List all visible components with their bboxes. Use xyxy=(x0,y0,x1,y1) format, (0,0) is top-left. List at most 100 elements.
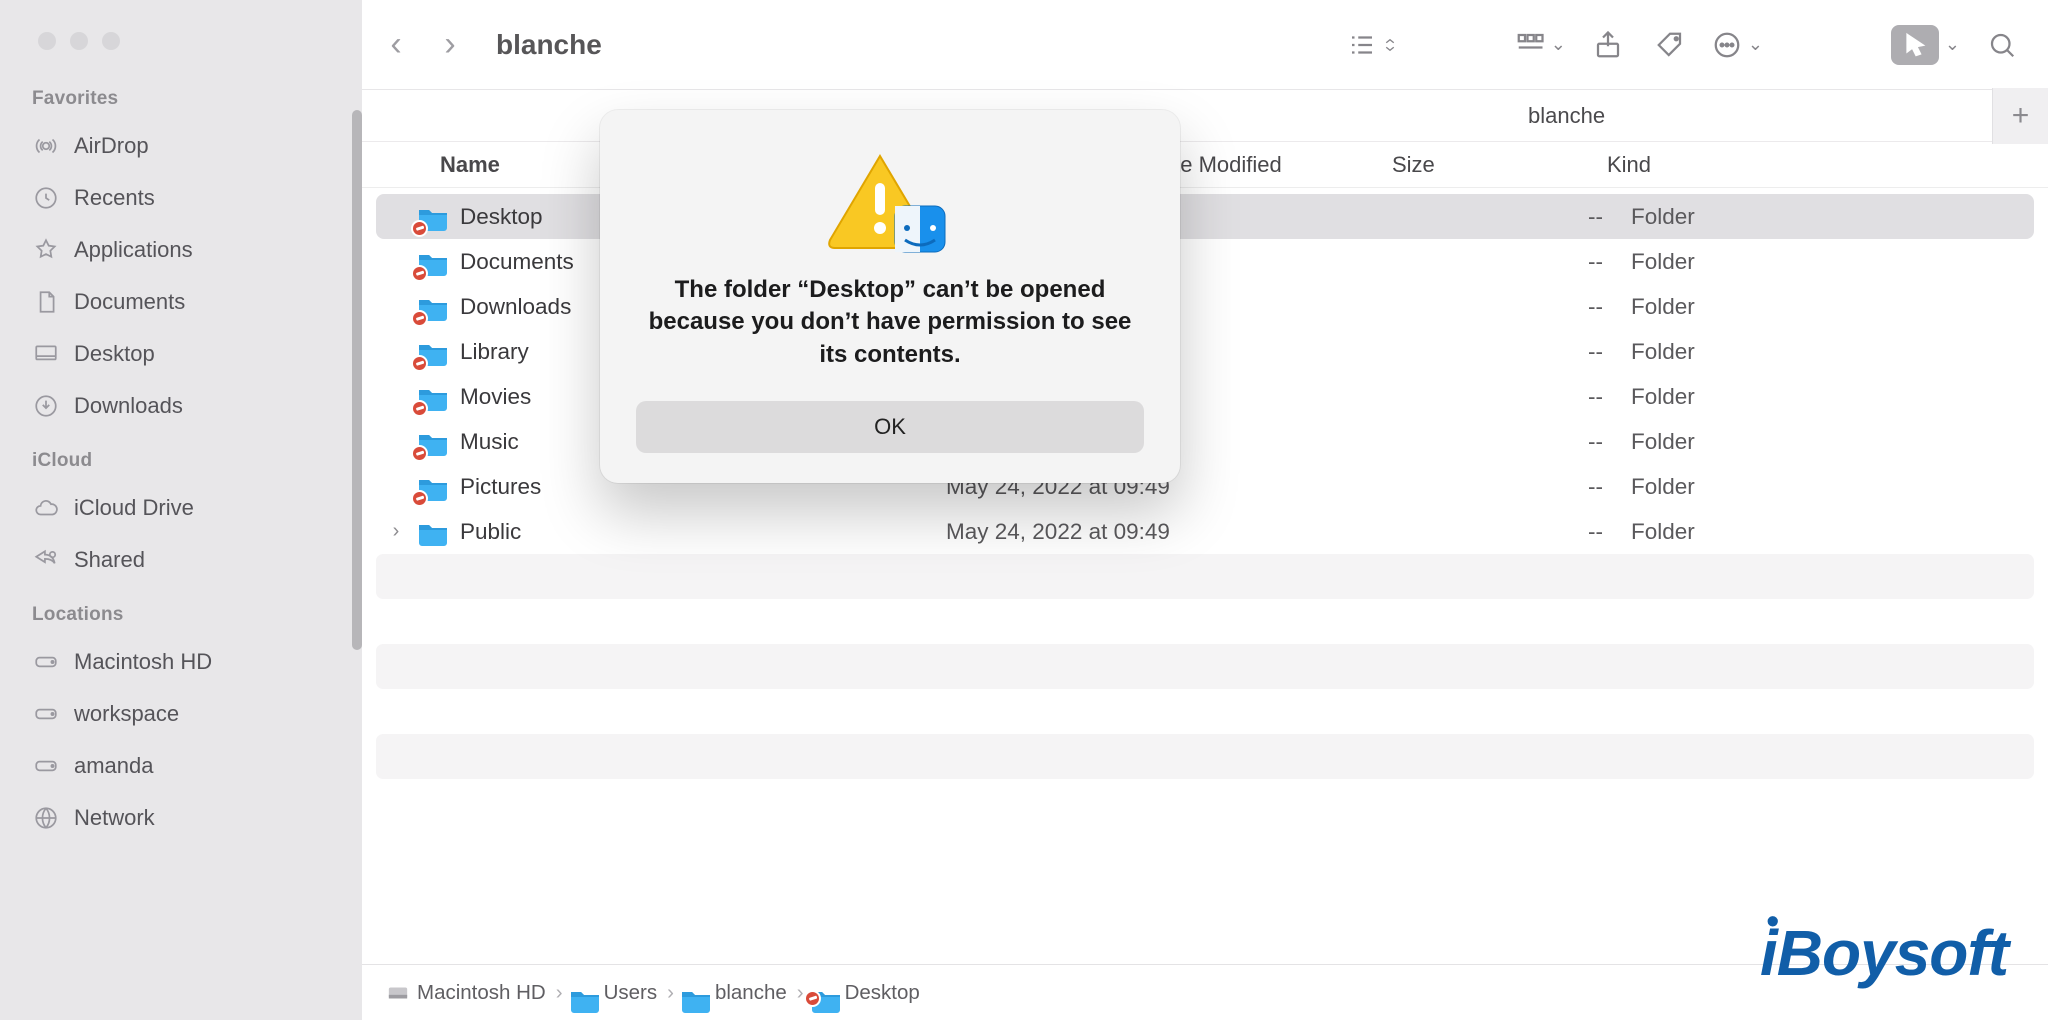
sidebar-item-recents[interactable]: Recents xyxy=(0,172,362,224)
sidebar-item-label: workspace xyxy=(74,701,179,727)
alert-ok-button[interactable]: OK xyxy=(636,401,1144,453)
sidebar-section-locations: Locations xyxy=(0,586,362,636)
folder-icon xyxy=(416,245,450,279)
download-icon xyxy=(32,392,60,420)
col-kind[interactable]: Kind xyxy=(1607,152,2048,178)
path-label: blanche xyxy=(715,981,787,1005)
sidebar-item-workspace[interactable]: workspace xyxy=(0,688,362,740)
disk-icon xyxy=(32,752,60,780)
empty-row xyxy=(362,689,2048,734)
sidebar-item-desktop[interactable]: Desktop xyxy=(0,328,362,380)
cloud-icon xyxy=(32,494,60,522)
folder-icon xyxy=(416,515,450,549)
path-icon xyxy=(684,982,707,1004)
path-segment[interactable]: Macintosh HD xyxy=(386,981,546,1005)
sidebar-item-applications[interactable]: Applications xyxy=(0,224,362,276)
sidebar-item-macintosh-hd[interactable]: Macintosh HD xyxy=(0,636,362,688)
file-name: Public xyxy=(460,519,946,545)
empty-row xyxy=(376,554,2034,599)
path-segment[interactable]: blanche xyxy=(684,981,787,1005)
col-size[interactable]: Size xyxy=(1392,152,1607,178)
sidebar-section-favorites: Favorites xyxy=(0,70,362,120)
actions-button[interactable]: ⌄ xyxy=(1704,19,1771,71)
empty-row xyxy=(362,599,2048,644)
file-kind: Folder xyxy=(1631,429,1695,455)
empty-row xyxy=(376,734,2034,779)
folder-icon xyxy=(416,335,450,369)
sidebar-item-label: Applications xyxy=(74,237,193,263)
sidebar-item-label: Shared xyxy=(74,547,145,573)
document-icon xyxy=(32,288,60,316)
file-size: -- xyxy=(1416,429,1631,455)
tags-button[interactable] xyxy=(1642,19,1698,71)
forward-button[interactable]: › xyxy=(426,19,474,71)
warning-icon xyxy=(825,148,955,258)
file-size: -- xyxy=(1416,519,1631,545)
back-button[interactable]: ‹ xyxy=(372,19,420,71)
sidebar-section-icloud: iCloud xyxy=(0,432,362,482)
airdrop-icon xyxy=(32,132,60,160)
apps-icon xyxy=(32,236,60,264)
new-tab-button[interactable]: + xyxy=(1992,88,2048,144)
file-size: -- xyxy=(1416,294,1631,320)
traffic-min[interactable] xyxy=(70,32,88,50)
file-kind: Folder xyxy=(1631,204,1695,230)
folder-icon xyxy=(416,470,450,504)
toolbar: ‹ › blanche ⌄ ⌄ xyxy=(362,0,2048,90)
sidebar-item-label: Downloads xyxy=(74,393,183,419)
file-kind: Folder xyxy=(1631,519,1695,545)
sidebar-item-label: Recents xyxy=(74,185,155,211)
path-label: Desktop xyxy=(845,981,920,1005)
file-size: -- xyxy=(1416,249,1631,275)
watermark: •iBoysoft xyxy=(1760,916,2008,990)
file-size: -- xyxy=(1416,339,1631,365)
file-kind: Folder xyxy=(1631,384,1695,410)
view-list-button[interactable] xyxy=(1339,19,1407,71)
path-label: Users xyxy=(604,981,658,1005)
sidebar-item-shared[interactable]: Shared xyxy=(0,534,362,586)
empty-row xyxy=(376,644,2034,689)
sidebar-item-downloads[interactable]: Downloads xyxy=(0,380,362,432)
path-icon xyxy=(573,982,596,1004)
desktop-icon xyxy=(32,340,60,368)
file-kind: Folder xyxy=(1631,249,1695,275)
sidebar-scrollbar[interactable] xyxy=(352,110,362,650)
folder-icon xyxy=(416,425,450,459)
sidebar: Favorites AirDrop Recents Applications D… xyxy=(0,0,362,1020)
window-title: blanche xyxy=(496,29,602,61)
search-button[interactable] xyxy=(1974,19,2030,71)
file-size: -- xyxy=(1416,204,1631,230)
file-date: May 24, 2022 at 09:49 xyxy=(946,519,1416,545)
sidebar-item-documents[interactable]: Documents xyxy=(0,276,362,328)
sidebar-item-amanda[interactable]: amanda xyxy=(0,740,362,792)
path-separator: › xyxy=(797,981,804,1005)
window-controls xyxy=(0,12,362,70)
group-button[interactable]: ⌄ xyxy=(1507,19,1574,71)
share-button[interactable] xyxy=(1580,19,1636,71)
sidebar-item-network[interactable]: Network xyxy=(0,792,362,844)
cursor-color-button[interactable]: ⌄ xyxy=(1883,19,1968,71)
shared-icon xyxy=(32,546,60,574)
path-segment[interactable]: Users xyxy=(573,981,658,1005)
disclosure-triangle[interactable]: › xyxy=(376,520,416,543)
sidebar-item-icloud-drive[interactable]: iCloud Drive xyxy=(0,482,362,534)
traffic-close[interactable] xyxy=(38,32,56,50)
sidebar-item-airdrop[interactable]: AirDrop xyxy=(0,120,362,172)
file-row[interactable]: › Public May 24, 2022 at 09:49 -- Folder xyxy=(376,509,2034,554)
path-segment[interactable]: Desktop xyxy=(814,981,920,1005)
file-kind: Folder xyxy=(1631,339,1695,365)
folder-icon xyxy=(416,380,450,414)
sidebar-item-label: Macintosh HD xyxy=(74,649,212,675)
alert-message: The folder “Desktop” can’t be opened bec… xyxy=(636,274,1144,371)
sidebar-item-label: Network xyxy=(74,805,155,831)
path-label: Macintosh HD xyxy=(417,981,546,1005)
sidebar-item-label: AirDrop xyxy=(74,133,149,159)
permission-alert: The folder “Desktop” can’t be opened bec… xyxy=(600,110,1180,483)
file-kind: Folder xyxy=(1631,294,1695,320)
disk-icon xyxy=(32,648,60,676)
traffic-max[interactable] xyxy=(102,32,120,50)
network-icon xyxy=(32,804,60,832)
path-separator: › xyxy=(556,981,563,1005)
file-size: -- xyxy=(1416,384,1631,410)
file-kind: Folder xyxy=(1631,474,1695,500)
